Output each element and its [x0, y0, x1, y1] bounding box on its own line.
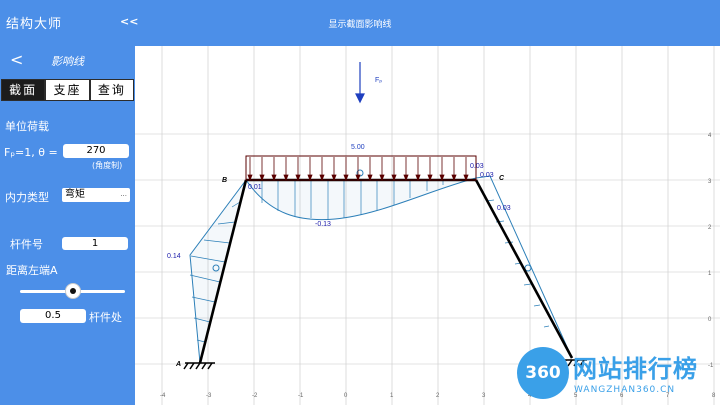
- panel-title: 影响线: [51, 55, 84, 68]
- force-type-label: 内力类型: [5, 191, 49, 204]
- position-input[interactable]: 0.5: [20, 309, 86, 323]
- influence-diagram: [189, 169, 573, 364]
- distance-slider-thumb[interactable]: [65, 283, 81, 299]
- member-input[interactable]: 1: [62, 237, 128, 250]
- force-type-select[interactable]: 弯矩 ···: [62, 188, 130, 202]
- node-a-label: A: [175, 361, 181, 368]
- dropdown-arrow-icon: ···: [120, 192, 127, 200]
- sidebar-panel: < 影响线 截面 支座 查询 单位荷载 Fₚ=1, θ = 270 (角度制) …: [0, 46, 135, 405]
- theta-input[interactable]: 270: [63, 144, 129, 158]
- watermark-url: WANGZHAN360.CN: [574, 385, 676, 395]
- x-tick-label: 1: [390, 393, 394, 399]
- left-leg-value: 0.14: [167, 253, 181, 260]
- node-b-label: B: [222, 177, 227, 184]
- x-tick-label: 0: [344, 393, 348, 399]
- unit-load-label: 单位荷载: [5, 120, 49, 133]
- c-corner-top-value: 0.03: [470, 163, 484, 170]
- x-tick-label: -4: [160, 393, 166, 399]
- member-label: 杆件号: [10, 238, 43, 251]
- tab-query[interactable]: 查询: [89, 79, 134, 101]
- point-load-arrow: [355, 62, 365, 104]
- page-title: 显示截面影响线: [328, 20, 392, 30]
- x-tick-label: 3: [482, 393, 486, 399]
- b-corner-value: 0.01: [248, 184, 262, 191]
- theta-unit-label: (角度制): [92, 161, 123, 170]
- fp-theta-label: Fₚ=1, θ =: [4, 146, 58, 159]
- x-tick-label: -2: [252, 393, 258, 399]
- uniform-load-arrows: [247, 157, 469, 182]
- watermark-brand: 网站排行榜: [573, 355, 698, 383]
- distance-label: 距离左端A: [6, 264, 58, 277]
- panel-header: < 影响线: [0, 46, 135, 76]
- force-type-value: 弯矩: [65, 189, 85, 200]
- beam-mid-value: -0.13: [315, 221, 331, 228]
- load-label: Fₚ: [375, 77, 382, 84]
- top-bar: 结构大师 << 显示截面影响线: [0, 0, 720, 46]
- tab-bar: 截面 支座 查询: [1, 79, 134, 101]
- x-tick-label: 2: [436, 393, 440, 399]
- watermark-logo: 360: [517, 347, 569, 399]
- c-corner-value: 0.03: [480, 172, 494, 179]
- app-title: 结构大师: [6, 17, 63, 32]
- left-leg-diagram: [189, 179, 247, 364]
- collapse-sidebar-button[interactable]: <<: [120, 15, 138, 28]
- position-unit-label: 杆件处: [89, 311, 122, 324]
- tab-support[interactable]: 支座: [45, 79, 90, 101]
- tab-section[interactable]: 截面: [1, 79, 46, 101]
- uniform-load-value: 5.00: [351, 144, 365, 151]
- watermark: 360 网站排行榜 WANGZHAN360.CN: [517, 347, 717, 403]
- node-c-label: C: [499, 175, 505, 182]
- x-tick-label: -1: [298, 393, 304, 399]
- right-leg-value: 0.03: [497, 205, 511, 212]
- x-tick-label: -3: [206, 393, 212, 399]
